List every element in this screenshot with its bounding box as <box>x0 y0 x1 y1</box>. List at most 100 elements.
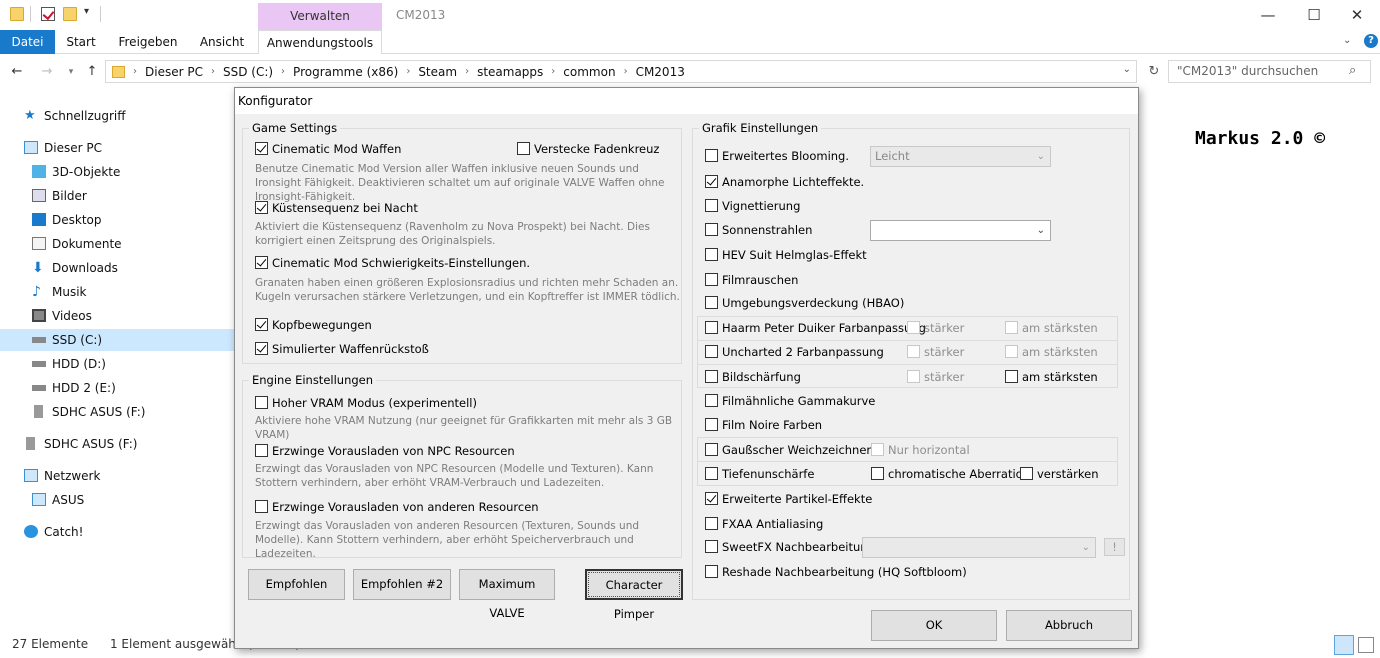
back-arrow-icon[interactable]: ← <box>6 59 28 85</box>
recoil-checkbox[interactable]: Simulierter Waffenrückstoß <box>255 342 429 356</box>
watermark-text: Markus 2.0 © <box>1195 128 1326 149</box>
recent-locations-icon[interactable]: ▾ <box>60 59 82 85</box>
maximum-valve-button[interactable]: Maximum VALVE <box>459 569 555 620</box>
customize-qat-icon[interactable]: ▾ <box>84 6 89 17</box>
close-button[interactable]: ✕ <box>1334 0 1380 30</box>
other-preload-checkbox[interactable]: Erzwinge Vorausladen von anderen Resourc… <box>255 500 539 514</box>
blooming-strength-select[interactable]: Leicht ⌄ <box>870 146 1051 167</box>
tab-start[interactable]: Start <box>60 30 102 54</box>
help-icon[interactable]: ? <box>1364 34 1378 48</box>
up-arrow-icon[interactable]: ↑ <box>81 59 103 85</box>
sidebar-item-ssd[interactable]: SSD (C:) <box>0 329 234 351</box>
sidebar-item-netzwerk[interactable]: Netzwerk <box>24 465 100 487</box>
search-icon[interactable]: ⌕ <box>1349 63 1356 78</box>
expand-ribbon-icon[interactable]: ⌄ <box>1343 35 1351 46</box>
sidebar-item-downloads[interactable]: ⬇ Downloads <box>32 257 118 279</box>
breadcrumb-programme[interactable]: Programme (x86) <box>293 65 398 79</box>
uncharted-checkbox[interactable]: Uncharted 2 Farbanpassung <box>705 345 884 359</box>
sharpen-stronger-checkbox[interactable]: stärker <box>907 370 964 384</box>
sidebar-item-videos[interactable]: Videos <box>32 305 92 327</box>
grain-checkbox[interactable]: Filmrauschen <box>705 273 798 287</box>
blooming-checkbox[interactable]: Erweitertes Blooming. <box>705 149 849 163</box>
folder-icon[interactable] <box>10 7 24 21</box>
minimize-button[interactable]: — <box>1245 0 1291 30</box>
checkbox-icon <box>705 467 718 480</box>
breadcrumb-ssd[interactable]: SSD (C:) <box>223 65 273 79</box>
cinematic-weapons-description: Benutze Cinematic Mod Version aller Waff… <box>255 163 665 203</box>
hev-checkbox[interactable]: HEV Suit Helmglas-Effekt <box>705 248 867 262</box>
ok-button[interactable]: OK <box>871 610 997 641</box>
vram-checkbox[interactable]: Hoher VRAM Modus (experimentell) <box>255 396 477 410</box>
amplify-checkbox[interactable]: verstärken <box>1020 467 1099 481</box>
gauss-checkbox[interactable]: Gaußscher Weichzeichner <box>705 443 871 457</box>
breadcrumb-common[interactable]: common <box>563 65 615 79</box>
tab-anwendungstools[interactable]: Anwendungstools <box>258 30 382 54</box>
difficulty-checkbox[interactable]: Cinematic Mod Schwierigkeits-Einstellung… <box>255 256 530 270</box>
duiker-stronger-checkbox[interactable]: stärker <box>907 321 964 335</box>
cinematic-weapons-checkbox[interactable]: Cinematic Mod Waffen <box>255 142 401 156</box>
coast-night-checkbox[interactable]: Küstensequenz bei Nacht <box>255 201 418 215</box>
tab-datei[interactable]: Datei <box>0 30 55 54</box>
reshade-checkbox[interactable]: Reshade Nachbearbeitung (HQ Softbloom) <box>705 565 967 579</box>
address-bar[interactable]: › Dieser PC › SSD (C:) › Programme (x86)… <box>105 60 1137 83</box>
anamorphic-checkbox[interactable]: Anamorphe Lichteffekte. <box>705 175 864 189</box>
vignette-checkbox[interactable]: Vignettierung <box>705 199 800 213</box>
details-view-icon[interactable] <box>1334 635 1354 655</box>
dof-checkbox[interactable]: Tiefenunschärfe <box>705 467 814 481</box>
sidebar-item-hdd-d[interactable]: HDD (D:) <box>32 353 106 375</box>
sidebar-item-bilder[interactable]: Bilder <box>32 185 87 207</box>
recommended-2-button[interactable]: Empfohlen #2 <box>353 569 451 600</box>
head-bob-checkbox[interactable]: Kopfbewegungen <box>255 318 372 332</box>
particles-checkbox[interactable]: Erweiterte Partikel-Effekte <box>705 492 872 506</box>
refresh-icon[interactable]: ↻ <box>1143 59 1165 85</box>
sunrays-checkbox[interactable]: Sonnenstrahlen <box>705 223 812 237</box>
sweetfx-select[interactable]: ⌄ <box>862 537 1096 558</box>
sidebar-item-dokumente[interactable]: Dokumente <box>32 233 122 255</box>
recommended-button[interactable]: Empfohlen <box>248 569 345 600</box>
sharpen-strongest-checkbox[interactable]: am stärksten <box>1005 370 1098 384</box>
uncharted-stronger-checkbox[interactable]: stärker <box>907 345 964 359</box>
sunrays-select[interactable]: ⌄ <box>870 220 1051 241</box>
duiker-checkbox[interactable]: Haarm Peter Duiker Farbanpassung <box>705 321 926 335</box>
uncharted-strongest-checkbox[interactable]: am stärksten <box>1005 345 1098 359</box>
forward-arrow-icon[interactable]: → <box>36 59 58 85</box>
sidebar-item-catch[interactable]: Catch! <box>24 521 83 543</box>
chromatic-checkbox[interactable]: chromatische Aberration <box>871 467 1030 481</box>
hide-crosshair-checkbox[interactable]: Verstecke Fadenkreuz <box>517 142 659 156</box>
breadcrumb-steamapps[interactable]: steamapps <box>477 65 543 79</box>
character-pimper-button[interactable]: Character Pimper <box>585 569 683 621</box>
breadcrumb-steam[interactable]: Steam <box>418 65 457 79</box>
tab-freigeben[interactable]: Freigeben <box>112 30 184 54</box>
address-dropdown-icon[interactable]: ⌄ <box>1123 64 1131 75</box>
sidebar-item-sdhc-f[interactable]: SDHC ASUS (F:) <box>32 401 146 423</box>
tab-ansicht[interactable]: Ansicht <box>193 30 251 54</box>
sidebar-item-musik[interactable]: ♪ Musik <box>32 281 87 303</box>
filmic-gamma-checkbox[interactable]: Filmähnliche Gammakurve <box>705 394 875 408</box>
properties-icon[interactable] <box>41 7 55 21</box>
breadcrumb-cm2013[interactable]: CM2013 <box>636 65 685 79</box>
sweetfx-checkbox[interactable]: SweetFX Nachbearbeitung <box>705 540 875 554</box>
duiker-strongest-checkbox[interactable]: am stärksten <box>1005 321 1098 335</box>
sidebar-item-hdd-e[interactable]: HDD 2 (E:) <box>32 377 116 399</box>
gauss-horizontal-checkbox[interactable]: Nur horizontal <box>871 443 970 457</box>
sidebar-item-desktop[interactable]: Desktop <box>32 209 102 231</box>
sidebar-item-asus[interactable]: ASUS <box>32 489 84 511</box>
sweetfx-config-button[interactable]: ! <box>1104 538 1125 556</box>
hbao-checkbox[interactable]: Umgebungsverdeckung (HBAO) <box>705 296 904 310</box>
sidebar-item-3d-objekte[interactable]: 3D-Objekte <box>32 161 120 183</box>
sidebar-item-sdhc-f-root[interactable]: SDHC ASUS (F:) <box>24 433 138 455</box>
tiles-view-icon[interactable] <box>1358 637 1374 653</box>
maximize-button[interactable]: ☐ <box>1291 0 1337 30</box>
film-noir-checkbox[interactable]: Film Noire Farben <box>705 418 822 432</box>
search-input[interactable]: "CM2013" durchsuchen <box>1168 60 1371 83</box>
sharpen-checkbox[interactable]: Bildschärfung <box>705 370 801 384</box>
new-folder-icon[interactable] <box>63 7 77 21</box>
sidebar-item-dieser-pc[interactable]: Dieser PC <box>24 137 102 159</box>
breadcrumb-dieser-pc[interactable]: Dieser PC <box>145 65 203 79</box>
checkbox-icon <box>705 517 718 530</box>
sidebar-item-schnellzugriff[interactable]: ★ Schnellzugriff <box>24 105 126 127</box>
fxaa-checkbox[interactable]: FXAA Antialiasing <box>705 517 823 531</box>
checkbox-icon <box>705 223 718 236</box>
cancel-button[interactable]: Abbruch <box>1006 610 1132 641</box>
npc-preload-checkbox[interactable]: Erzwinge Vorausladen von NPC Resourcen <box>255 444 515 458</box>
